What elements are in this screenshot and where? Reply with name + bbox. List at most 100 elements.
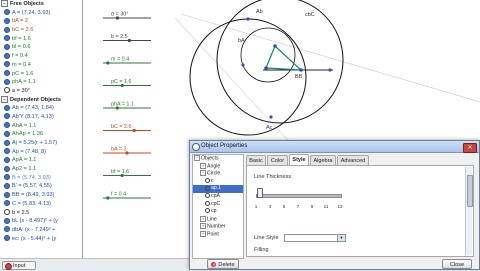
line-thickness-slider[interactable] xyxy=(256,194,342,198)
tree-node[interactable]: − Objects xyxy=(193,155,243,163)
visibility-toggle-icon[interactable] xyxy=(4,35,10,42)
visibility-toggle-icon[interactable] xyxy=(4,235,10,242)
visibility-toggle-icon[interactable] xyxy=(4,87,10,94)
object-tree[interactable]: − Objects + Angle − Circle c ap.1 cpA cpC cp + Line +… xyxy=(192,154,244,259)
tree-node[interactable]: + Point xyxy=(193,230,243,239)
circle-right[interactable] xyxy=(216,0,344,124)
collapse-icon[interactable]: − xyxy=(1,0,8,8)
tab-algebra[interactable]: Algebra xyxy=(310,155,336,165)
algebra-group-header[interactable]: − Free Objects xyxy=(0,0,82,9)
visibility-toggle-icon[interactable] xyxy=(4,226,10,233)
visibility-toggle-icon[interactable] xyxy=(4,191,10,198)
visibility-toggle-icon[interactable] xyxy=(4,156,10,163)
visibility-toggle-icon[interactable] xyxy=(4,217,10,224)
algebra-item[interactable]: bL (x - 8.497)² + (y xyxy=(0,217,82,226)
visibility-toggle-icon[interactable] xyxy=(4,122,10,129)
close-icon[interactable]: ✕ xyxy=(463,142,477,153)
algebra-item[interactable]: C = (5.83, 4.13) xyxy=(0,200,82,209)
tree-node[interactable]: + Number xyxy=(193,223,243,231)
tab-basic[interactable]: Basic xyxy=(246,155,266,165)
algebra-group-header[interactable]: − Dependent Objects xyxy=(0,95,82,105)
algebra-item[interactable]: dbA: (x - 7.249² + xyxy=(0,226,82,235)
algebra-item[interactable]: Ab'Y (8.17, 4.13) xyxy=(0,113,82,122)
algebra-item[interactable]: ec: (x - 5.44)² + (y xyxy=(0,235,82,244)
point-a[interactable] xyxy=(299,68,303,72)
tab-advanced[interactable]: Advanced xyxy=(337,155,369,165)
visibility-toggle-icon[interactable] xyxy=(4,61,10,68)
expand-icon[interactable]: + xyxy=(200,230,206,237)
visibility-toggle-icon[interactable] xyxy=(4,43,10,50)
algebra-item[interactable]: b = 2.5 xyxy=(0,209,82,218)
collapse-icon[interactable]: − xyxy=(1,95,8,103)
tree-node[interactable]: cpC xyxy=(193,201,243,209)
tab-color[interactable]: Color xyxy=(267,155,288,165)
tab-style[interactable]: Style xyxy=(289,154,309,165)
visibility-toggle-icon[interactable] xyxy=(4,70,10,77)
visibility-toggle-icon[interactable] xyxy=(4,148,10,155)
algebra-item[interactable]: B = (5.74, 3.93) xyxy=(0,174,82,183)
close-button[interactable]: Close xyxy=(442,259,472,269)
algebra-item[interactable]: bl = 0.6 xyxy=(0,43,82,52)
tree-node[interactable]: ap.1 xyxy=(193,185,243,193)
point-bb[interactable] xyxy=(328,68,332,72)
point-left[interactable] xyxy=(241,63,245,67)
visibility-toggle-icon[interactable] xyxy=(4,113,10,120)
expand-icon[interactable]: + xyxy=(200,223,206,230)
algebra-item[interactable]: B' = (5.57, 4.55) xyxy=(0,182,82,191)
dialog-titlebar[interactable]: Object Properties ✕ xyxy=(190,141,479,153)
tree-node[interactable]: c xyxy=(193,178,243,186)
visibility-toggle-icon[interactable] xyxy=(4,17,10,24)
visibility-toggle-icon[interactable] xyxy=(4,165,10,172)
visibility-toggle-icon[interactable] xyxy=(4,174,10,181)
algebra-item[interactable]: bf = 1.6 xyxy=(0,35,82,44)
algebra-item[interactable]: m = 0.4 xyxy=(0,61,82,70)
slider-handle[interactable] xyxy=(106,196,110,200)
scrollbar-thumb[interactable] xyxy=(466,175,473,207)
tree-node[interactable]: − Circle xyxy=(193,170,243,178)
expand-icon[interactable]: + xyxy=(200,162,206,169)
delete-button[interactable]: ✕ Delete xyxy=(207,259,239,269)
visibility-toggle-icon[interactable] xyxy=(4,200,10,207)
visibility-toggle-icon[interactable] xyxy=(4,130,10,137)
visibility-toggle-icon[interactable] xyxy=(4,26,10,33)
algebra-item[interactable]: bC = 2.6 xyxy=(0,26,82,35)
point-c[interactable] xyxy=(273,44,277,48)
panel-scrollbar[interactable] xyxy=(465,167,473,255)
visibility-toggle-icon[interactable] xyxy=(4,104,10,111)
algebra-item[interactable]: a = 30° xyxy=(0,87,82,96)
tree-node[interactable]: cpA xyxy=(193,193,243,201)
visibility-toggle-icon[interactable] xyxy=(4,9,10,16)
visibility-toggle-icon[interactable] xyxy=(4,139,10,146)
algebra-item[interactable]: BB = (8.49, 3.93) xyxy=(0,191,82,200)
slider-handle[interactable] xyxy=(132,128,136,133)
collapse-icon[interactable]: − xyxy=(200,170,206,177)
slider-handle[interactable] xyxy=(106,61,110,65)
tree-node[interactable]: + Angle xyxy=(193,162,243,171)
collapse-icon[interactable]: − xyxy=(194,155,200,161)
expand-icon[interactable]: + xyxy=(200,215,206,222)
algebra-item[interactable]: AhAp = 1.36 xyxy=(0,130,82,139)
slider-handle[interactable] xyxy=(127,38,131,43)
line-style-select[interactable]: ▼ xyxy=(284,234,346,242)
algebra-item[interactable]: phA = 1.1 xyxy=(0,78,82,87)
tree-node[interactable]: + Line xyxy=(193,215,243,224)
algebra-item[interactable]: Ap2 = 1.1 xyxy=(0,165,82,174)
algebra-item[interactable]: bA = 2 xyxy=(0,17,82,26)
point-top[interactable] xyxy=(246,17,250,21)
algebra-item[interactable]: A = (7.24, 3.93) xyxy=(0,9,82,18)
input-button[interactable]: Input xyxy=(2,260,36,270)
slider-thumb[interactable] xyxy=(257,188,263,198)
visibility-toggle-icon[interactable] xyxy=(4,52,10,59)
algebra-item[interactable]: pC = 1.6 xyxy=(0,70,82,79)
tree-node[interactable]: cp xyxy=(193,208,243,216)
algebra-item[interactable]: ApA = 1.1 xyxy=(0,156,82,165)
point-b[interactable] xyxy=(264,66,268,70)
point-bottom[interactable] xyxy=(269,115,273,119)
algebra-item[interactable]: f = 0.4 xyxy=(0,52,82,61)
algebra-item[interactable]: AhA = 1.1 xyxy=(0,122,82,131)
algebra-item[interactable]: Ab = (7.43, 1.84) xyxy=(0,104,82,113)
algebra-item[interactable]: Ap = (7.48, 8) xyxy=(0,148,82,157)
triangle[interactable] xyxy=(265,44,303,71)
visibility-toggle-icon[interactable] xyxy=(4,78,10,85)
visibility-toggle-icon[interactable] xyxy=(4,209,10,216)
